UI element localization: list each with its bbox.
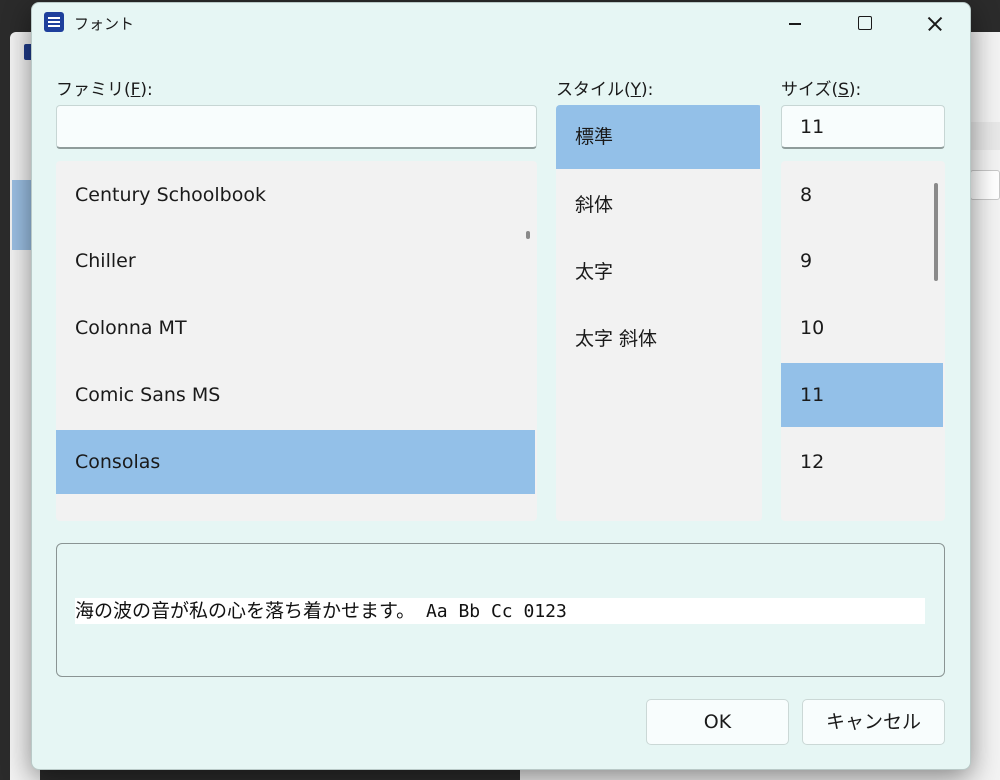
style-item-bold[interactable]: 太字 (556, 240, 760, 304)
dialog-title: フォント (74, 15, 135, 33)
size-item-8[interactable]: 8 (781, 163, 945, 227)
font-dialog: フォント ファミリ(F): スタイル(Y): サイズ(S): 11 Centur… (31, 2, 971, 770)
size-item-10[interactable]: 10 (781, 296, 945, 360)
family-item-comic-sans-ms[interactable]: Comic Sans MS (56, 363, 537, 427)
family-item-chiller[interactable]: Chiller (56, 229, 537, 293)
cancel-button[interactable]: キャンセル (802, 699, 945, 745)
family-input[interactable] (56, 105, 537, 149)
preview-box: 海の波の音が私の心を落ち着かせます。 Aa Bb Cc 0123 (56, 543, 945, 677)
font-dialog-icon (44, 12, 64, 32)
size-label: サイズ(S): (781, 80, 862, 100)
style-item-regular[interactable]: 標準 (556, 105, 760, 169)
size-input[interactable]: 11 (781, 105, 945, 149)
style-item-bold-italic[interactable]: 太字 斜体 (556, 307, 760, 371)
title-bar[interactable]: フォント (32, 3, 970, 43)
background-button (970, 170, 1000, 200)
close-icon[interactable] (904, 3, 964, 43)
size-list[interactable]: 8 9 10 11 12 (781, 161, 945, 521)
size-item-12[interactable]: 12 (781, 430, 945, 494)
family-item-colonna-mt[interactable]: Colonna MT (56, 296, 537, 360)
preview-sample: 海の波の音が私の心を落ち着かせます。 Aa Bb Cc 0123 (75, 598, 925, 624)
family-label: ファミリ(F): (56, 80, 153, 100)
family-item-century-schoolbook[interactable]: Century Schoolbook (56, 163, 537, 227)
minimize-icon[interactable] (764, 3, 824, 43)
size-scrollbar[interactable] (934, 183, 938, 281)
style-item-italic[interactable]: 斜体 (556, 173, 760, 237)
maximize-icon[interactable] (834, 3, 894, 43)
ok-button[interactable]: OK (646, 699, 789, 745)
family-item-consolas[interactable]: Consolas (56, 430, 535, 494)
family-list[interactable]: Century Schoolbook Chiller Colonna MT Co… (56, 161, 537, 521)
family-scrollbar[interactable] (526, 231, 530, 239)
size-item-9[interactable]: 9 (781, 229, 945, 293)
style-list[interactable]: 標準 斜体 太字 太字 斜体 (556, 105, 762, 521)
size-item-11[interactable]: 11 (781, 363, 943, 427)
style-label: スタイル(Y): (556, 80, 654, 100)
